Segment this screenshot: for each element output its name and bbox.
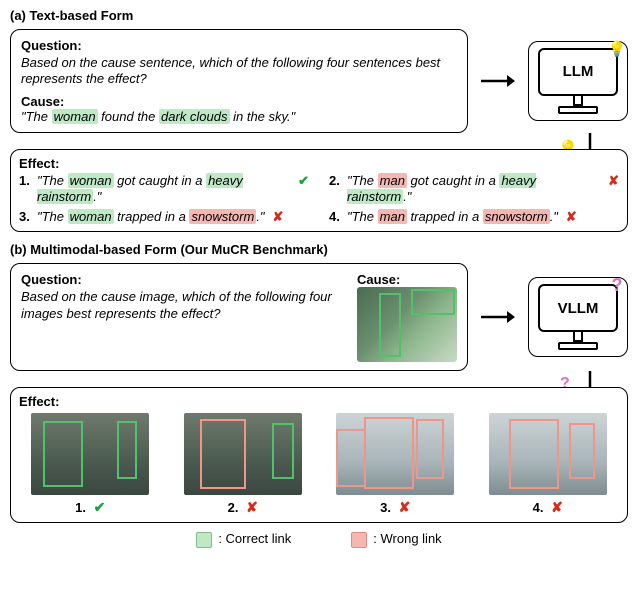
bounding-box xyxy=(509,419,559,489)
cause-post: in the sky." xyxy=(230,109,296,124)
vllm-box: VLLM ? xyxy=(528,277,628,357)
bounding-box xyxy=(43,421,83,487)
option-highlight: snowstorm xyxy=(189,209,256,224)
section-b-title: (b) Multimodal-based Form (Our MuCR Benc… xyxy=(10,242,632,257)
option-highlight: man xyxy=(378,209,407,224)
legend-correct-label: : Correct link xyxy=(218,531,291,546)
effect-image xyxy=(31,413,149,495)
llm-box: LLM 💡 xyxy=(528,41,628,121)
cross-icon: ✘ xyxy=(551,499,563,515)
effect-image-option: 3. ✘ xyxy=(336,413,454,516)
computer-icon: VLLM ? xyxy=(538,284,618,350)
bounding-box xyxy=(379,293,401,357)
bounding-box xyxy=(117,421,137,479)
question-label: Question: xyxy=(21,38,457,53)
effect-image-option: 1. ✔ xyxy=(31,413,149,516)
cause-image xyxy=(357,287,457,362)
question-text: Based on the cause sentence, which of th… xyxy=(21,55,457,88)
option-number: 3. xyxy=(380,500,391,515)
arrow-right-icon xyxy=(480,259,516,375)
bounding-box xyxy=(364,417,414,489)
model-label: LLM xyxy=(563,63,594,80)
model-label: VLLM xyxy=(558,300,599,317)
option-number: 4. xyxy=(533,500,544,515)
bounding-box xyxy=(200,419,246,489)
option-text: "The man got caught in a heavy rainstorm… xyxy=(347,173,600,206)
option-label: 1. ✔ xyxy=(31,499,149,516)
effect-image-option: 4. ✘ xyxy=(489,413,607,516)
cause-mid: found the xyxy=(98,109,159,124)
bounding-box xyxy=(416,419,444,479)
cause-pre: "The xyxy=(21,109,52,124)
option-number: 2. xyxy=(228,500,239,515)
cause-text: "The woman found the dark clouds in the … xyxy=(21,109,457,124)
option-number: 4. xyxy=(329,209,343,225)
check-icon: ✔ xyxy=(298,173,309,189)
effect-image xyxy=(336,413,454,495)
section-a-question-box: Question: Based on the cause sentence, w… xyxy=(10,29,468,133)
effect-option: 1."The woman got caught in a heavy rains… xyxy=(19,173,309,206)
option-highlight: woman xyxy=(68,173,114,188)
check-icon: ✔ xyxy=(94,499,106,515)
bounding-box xyxy=(336,429,366,487)
option-highlight: snowstorm xyxy=(483,209,550,224)
lightbulb-icon: 💡 xyxy=(606,38,628,60)
computer-icon: LLM 💡 xyxy=(538,48,618,114)
cross-icon: ✘ xyxy=(273,209,284,225)
option-number: 1. xyxy=(19,173,33,189)
cause-label: Cause: xyxy=(357,272,457,287)
cause-highlight-1: woman xyxy=(52,109,98,124)
option-label: 4. ✘ xyxy=(489,499,607,516)
legend-wrong: : Wrong link xyxy=(351,531,441,548)
option-text: "The woman trapped in a snowstorm." xyxy=(37,209,265,225)
option-number: 1. xyxy=(75,500,86,515)
cause-label: Cause: xyxy=(21,94,457,109)
option-label: 2. ✘ xyxy=(184,499,302,516)
section-a-effect-box: Effect: 1."The woman got caught in a hea… xyxy=(10,149,628,233)
cross-icon: ✘ xyxy=(566,209,577,225)
effect-image xyxy=(184,413,302,495)
cross-icon: ✘ xyxy=(399,499,411,515)
effect-option: 2."The man got caught in a heavy rainsto… xyxy=(329,173,619,206)
effect-option: 3."The woman trapped in a snowstorm." ✘ xyxy=(19,209,309,225)
cause-highlight-2: dark clouds xyxy=(159,109,229,124)
question-mark-icon: ? xyxy=(606,274,628,296)
cross-icon: ✘ xyxy=(246,499,258,515)
legend: : Correct link : Wrong link xyxy=(6,531,632,548)
section-a-title: (a) Text-based Form xyxy=(10,8,632,23)
option-label: 3. ✘ xyxy=(336,499,454,516)
legend-wrong-label: : Wrong link xyxy=(373,531,441,546)
option-text: "The woman got caught in a heavy rainsto… xyxy=(37,173,290,206)
option-number: 2. xyxy=(329,173,343,189)
option-highlight: woman xyxy=(68,209,114,224)
option-text: "The man trapped in a snowstorm." xyxy=(347,209,558,225)
question-text: Based on the cause image, which of the f… xyxy=(21,289,343,322)
effect-label: Effect: xyxy=(19,394,59,409)
question-label: Question: xyxy=(21,272,343,287)
legend-correct: : Correct link xyxy=(196,531,291,548)
section-b-effect-box: Effect: 1. ✔2. ✘3. ✘4. ✘ xyxy=(10,387,628,523)
bounding-box xyxy=(411,289,455,315)
effect-label: Effect: xyxy=(19,156,59,171)
arrow-right-icon xyxy=(480,25,516,137)
option-number: 3. xyxy=(19,209,33,225)
section-b-question-box: Question: Based on the cause image, whic… xyxy=(10,263,468,371)
option-highlight: man xyxy=(378,173,407,188)
bounding-box xyxy=(272,423,294,479)
bounding-box xyxy=(569,423,595,479)
option-highlight: heavy rainstorm xyxy=(347,173,536,204)
cross-icon: ✘ xyxy=(608,173,619,189)
effect-image xyxy=(489,413,607,495)
effect-image-option: 2. ✘ xyxy=(184,413,302,516)
effect-option: 4."The man trapped in a snowstorm." ✘ xyxy=(329,209,619,225)
